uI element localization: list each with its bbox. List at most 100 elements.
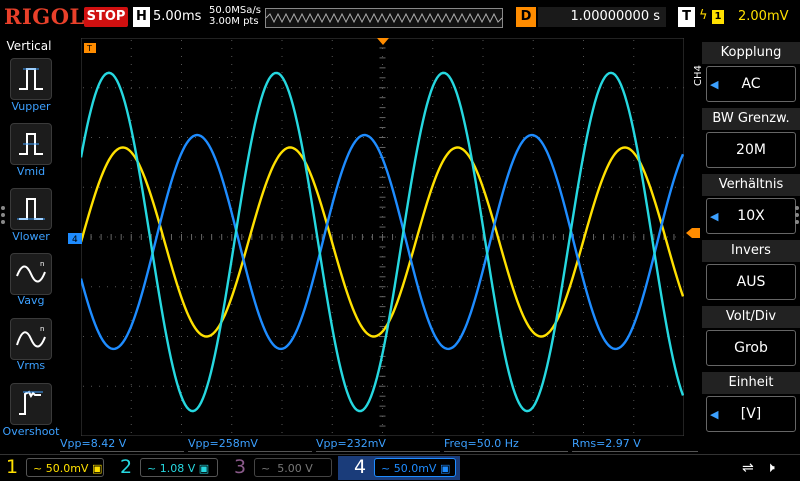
grid-dot	[281, 40, 283, 41]
grid-dot	[231, 416, 233, 417]
panel-scroll-indicator[interactable]	[0, 205, 6, 235]
grid-dot	[181, 72, 182, 73]
grid-dot	[499, 336, 500, 337]
grid-dot	[667, 186, 668, 188]
grid-dot	[427, 186, 428, 188]
grid-dot	[131, 186, 132, 188]
grid-dot	[547, 385, 548, 387]
speaker-muted-icon[interactable]: 🕨	[766, 460, 775, 476]
ch3-scale-box[interactable]: ~ 5.00 V	[254, 458, 332, 477]
grid-dot	[482, 280, 484, 281]
grid-dot	[291, 336, 292, 337]
ch2-scale-box[interactable]: ~ 1.08 V ▣	[140, 458, 218, 477]
ch1-offset-marker[interactable]: T	[84, 43, 96, 53]
measurement-readout-3[interactable]: Vpp=232mV	[316, 437, 440, 452]
ch2-number[interactable]: 2	[120, 456, 132, 478]
grid-dot	[443, 336, 444, 337]
grid-dot	[181, 424, 182, 425]
grid-dot	[651, 137, 652, 138]
grid-dot	[115, 236, 116, 238]
grid-dot	[382, 120, 383, 121]
grid-dot	[483, 336, 484, 337]
grid-dot	[633, 376, 635, 377]
menu-unit-button[interactable]: [V]	[706, 396, 796, 432]
menu-invert-button[interactable]: AUS	[706, 264, 796, 300]
measurement-readout-1[interactable]: Vpp=8.42 V	[60, 437, 184, 452]
grid-dot	[583, 48, 584, 49]
trigger-position-marker[interactable]	[377, 38, 389, 46]
measure-overshoot-button[interactable]	[10, 383, 52, 425]
ch3-number[interactable]: 3	[234, 456, 246, 478]
grid-dot	[482, 248, 484, 249]
sample-rate: 50.0MSa/s	[209, 5, 261, 16]
ch4-scale-box[interactable]: ~ 50.0mV ▣	[374, 458, 456, 477]
grid-dot	[130, 368, 132, 369]
grid-dot	[231, 184, 233, 185]
menu-ratio-button[interactable]: 10X	[706, 198, 796, 234]
grid-dot	[482, 416, 484, 417]
grid-dot	[231, 120, 233, 121]
ch4-offset-marker[interactable]: 4	[68, 233, 82, 244]
trigger-level-marker[interactable]	[686, 228, 700, 238]
grid-dot	[387, 385, 388, 387]
grid-dot	[147, 137, 148, 138]
grid-dot	[382, 408, 383, 409]
waveform-display[interactable]	[81, 38, 684, 436]
grid-dot	[482, 104, 484, 105]
grid-dot	[583, 176, 584, 177]
grid-dot	[603, 385, 604, 387]
grid-dot	[281, 344, 283, 345]
measure-vavg-button[interactable]: n	[10, 253, 52, 295]
grid-dot	[181, 304, 182, 305]
grid-dot	[633, 88, 635, 89]
grid-dot	[227, 385, 228, 387]
grid-dot	[451, 385, 452, 387]
grid-dot	[181, 96, 182, 97]
grid-dot	[483, 137, 484, 138]
grid-dot	[451, 236, 452, 238]
measurement-readout-4[interactable]: Freq=50.0 Hz	[444, 437, 568, 452]
ch1-number[interactable]: 1	[6, 456, 18, 478]
measure-vlower-button[interactable]	[10, 188, 52, 230]
coupling-arrow-icon: ◀	[710, 78, 719, 91]
ch1-scale-box[interactable]: ~ 50.0mV ▣	[26, 458, 104, 477]
trigger-delay-value[interactable]: 1.00000000 s	[538, 7, 666, 27]
grid-dot	[355, 137, 356, 138]
measure-vmid-label: Vmid	[16, 165, 46, 178]
grid-dot	[531, 87, 532, 89]
measure-vupper-button[interactable]	[10, 58, 52, 100]
measurement-readout-2[interactable]: Vpp=258mV	[188, 437, 312, 452]
grid-dot	[347, 385, 348, 387]
grid-dot	[532, 96, 534, 97]
measure-vmid-button[interactable]	[10, 123, 52, 165]
measure-vrms-button[interactable]: n	[10, 318, 52, 360]
grid-dot	[403, 336, 404, 337]
run-stop-indicator[interactable]: STOP	[84, 7, 128, 27]
ch1-scale: 50.0mV	[45, 462, 89, 475]
grid-dot	[281, 192, 283, 193]
menu-voltdiv-button[interactable]: Grob	[706, 330, 796, 366]
grid-dot	[281, 280, 283, 281]
grid-dot	[451, 286, 452, 288]
grid-dot	[243, 336, 244, 337]
timebase-value[interactable]: 5.00ms	[153, 9, 201, 24]
grid-dot	[231, 424, 233, 425]
grid-dot	[187, 87, 188, 89]
trigger-level-value[interactable]: 2.00mV	[738, 9, 789, 24]
grid-dot	[281, 128, 283, 129]
grid-dot	[163, 186, 164, 188]
grid-dot	[235, 385, 236, 387]
grid-dot	[459, 236, 460, 238]
grid-dot	[532, 288, 534, 289]
grid-dot	[107, 87, 108, 89]
menu-bandwidth-button[interactable]: 20M	[706, 132, 796, 168]
menu-coupling-button[interactable]: AC	[706, 66, 796, 102]
grid-dot	[482, 200, 484, 201]
grid-dot	[532, 344, 534, 345]
ch4-number[interactable]: 4	[354, 456, 366, 478]
grid-dot	[339, 385, 340, 387]
grid-dot	[451, 336, 452, 337]
menu-scroll-indicator[interactable]	[794, 205, 800, 225]
grid-dot	[633, 352, 635, 353]
measurement-readout-5[interactable]: Rms=2.97 V	[572, 437, 698, 452]
